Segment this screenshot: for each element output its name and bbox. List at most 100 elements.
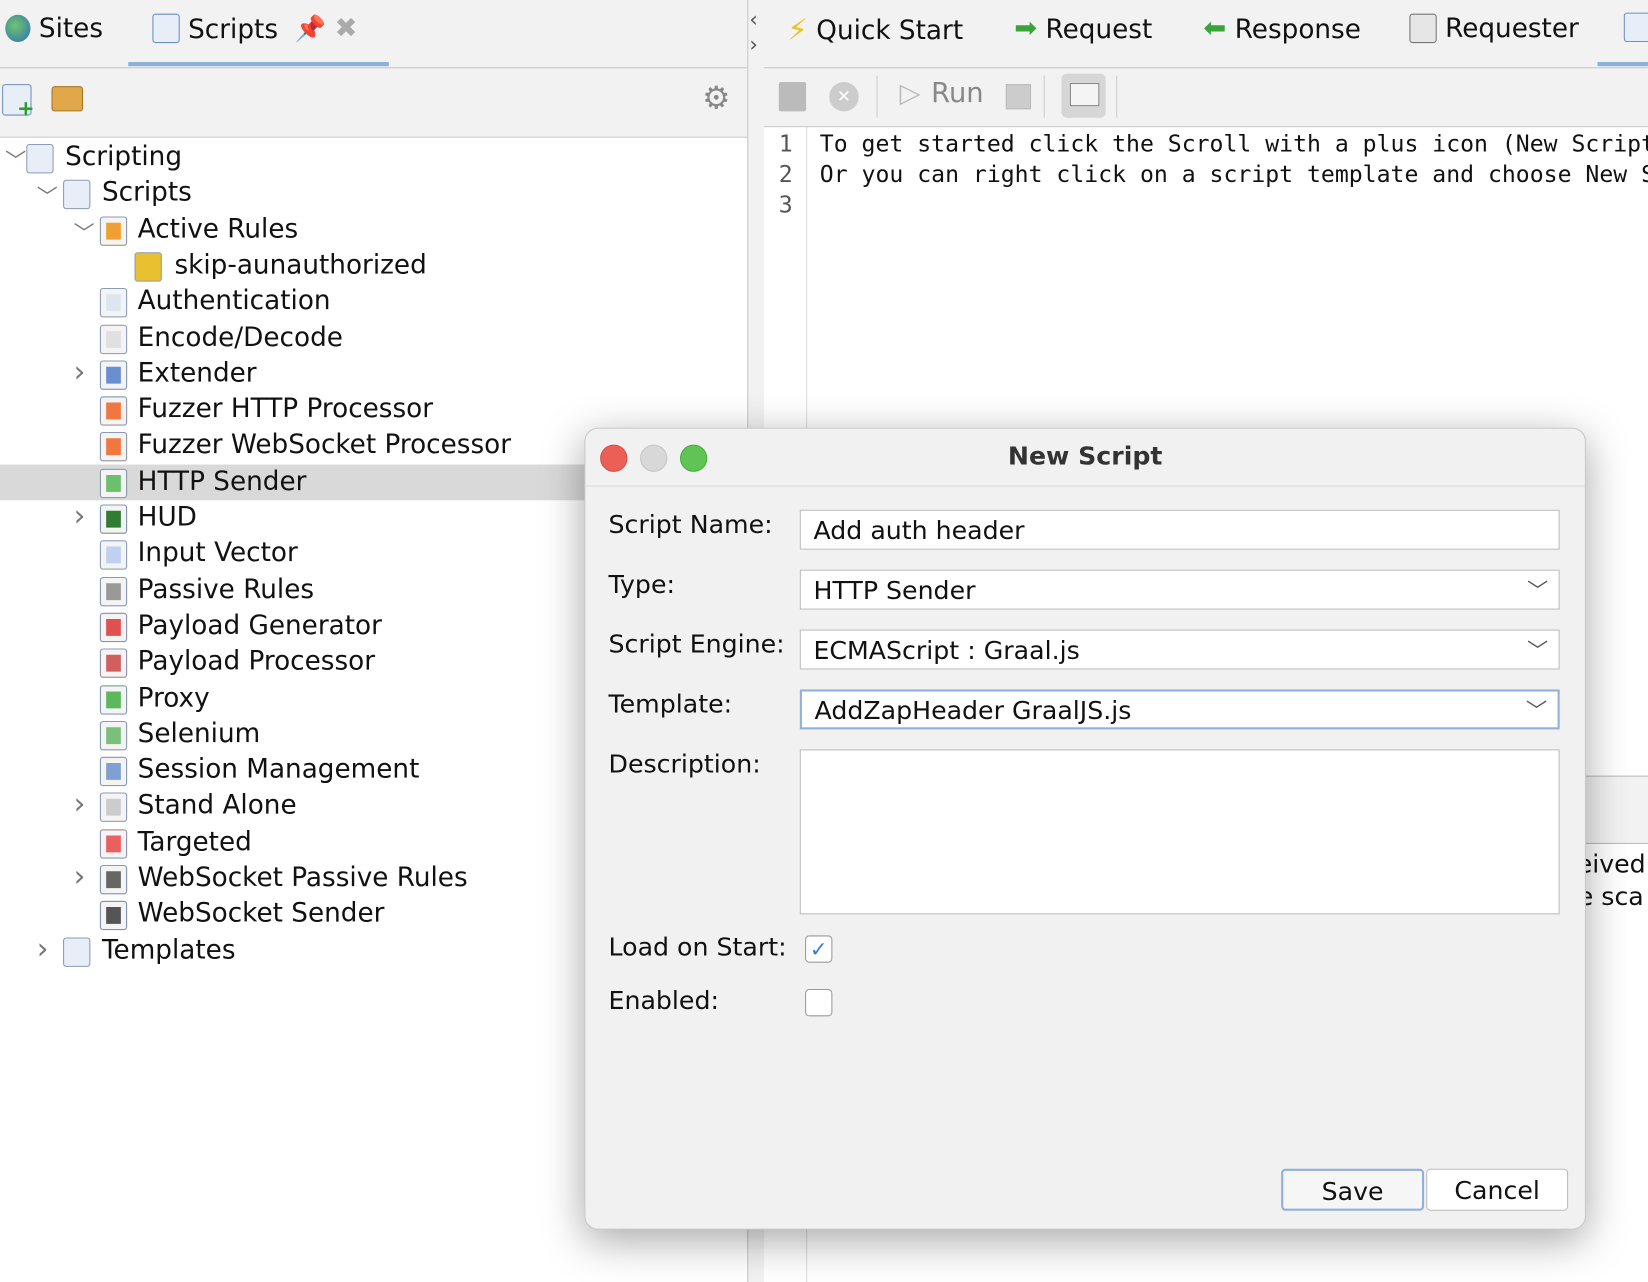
tab-requester[interactable]: Requester xyxy=(1409,12,1579,44)
line-number: 2 xyxy=(778,161,793,189)
stop-circle-icon[interactable]: ✕ xyxy=(829,81,859,112)
load-on-start-label: Load on Start: xyxy=(608,932,787,962)
play-icon: ▷ xyxy=(899,77,921,110)
tab-request[interactable]: ➡ Request xyxy=(1014,13,1152,45)
tab-response[interactable]: ⬅ Response xyxy=(1203,13,1361,45)
script-type-icon xyxy=(99,792,128,823)
toolbar-separator xyxy=(1043,75,1045,118)
script-type-icon xyxy=(99,504,128,534)
chevron-right-icon[interactable]: › xyxy=(37,931,49,966)
script-type-icon xyxy=(63,937,91,967)
chevron-right-icon[interactable]: › xyxy=(74,859,86,894)
tab-scroll-chevrons[interactable]: ‹ › xyxy=(749,6,757,56)
tree-item[interactable]: › Extender xyxy=(0,354,747,392)
tree-item-label: Session Management xyxy=(137,753,420,785)
run-button[interactable]: ▷ Run xyxy=(900,78,984,110)
chevron-right-icon[interactable]: › xyxy=(74,354,86,389)
save-button[interactable]: Save xyxy=(1281,1168,1425,1211)
tab-scripts[interactable]: Scripts 📌 ✖ xyxy=(152,13,358,45)
tree-item-label: Input Vector xyxy=(137,537,298,568)
tab-sites[interactable]: Sites xyxy=(5,13,103,43)
new-script-dialog: New Script Script Name: Add auth header … xyxy=(584,427,1586,1230)
script-name-input[interactable]: Add auth header xyxy=(799,509,1560,550)
script-type-icon xyxy=(99,216,128,246)
line-number: 3 xyxy=(778,192,793,219)
tab-label: Response xyxy=(1234,13,1361,44)
tab-label: Sites xyxy=(38,12,104,44)
tab-script-console[interactable] xyxy=(1623,12,1648,43)
description-textarea[interactable] xyxy=(799,749,1560,915)
tree-item-label: HTTP Sender xyxy=(137,465,307,496)
script-type-icon xyxy=(99,756,128,787)
save-icon[interactable] xyxy=(778,81,807,112)
tab-quick-start[interactable]: ⚡ Quick Start xyxy=(787,13,963,48)
arrow-right-icon: ➡ xyxy=(1014,12,1038,45)
tree-item-label: Encode/Decode xyxy=(137,321,343,352)
chevron-down-icon[interactable]: ﹀ xyxy=(74,216,95,246)
folder-icon[interactable] xyxy=(51,86,84,112)
tree-item-label: Templates xyxy=(101,933,236,965)
tree-item-label: skip-aunauthorized xyxy=(174,248,427,280)
tree-item[interactable]: Fuzzer HTTP Processor xyxy=(0,392,747,428)
close-window-button[interactable] xyxy=(600,444,628,472)
script-type-icon xyxy=(99,468,128,498)
tab-label: Requester xyxy=(1445,12,1579,44)
tree-item-label: Fuzzer HTTP Processor xyxy=(137,393,434,424)
run-label: Run xyxy=(931,77,984,110)
tree-item-label: Selenium xyxy=(137,717,261,749)
tab-label: Quick Start xyxy=(816,14,964,46)
tree-item[interactable]: skip-aunauthorized xyxy=(0,248,747,284)
toolbar-separator xyxy=(876,75,878,118)
enabled-checkbox[interactable] xyxy=(805,988,833,1017)
tree-item-label: Payload Generator xyxy=(137,609,382,640)
toggle-output-button[interactable] xyxy=(1061,73,1106,118)
tree-item-label: Extender xyxy=(137,357,257,388)
tree-item[interactable]: ﹀ Active Rules xyxy=(0,212,747,248)
load-on-start-checkbox[interactable]: ✓ xyxy=(805,935,833,963)
type-label: Type: xyxy=(608,569,675,600)
gear-icon[interactable]: ⚙ xyxy=(702,80,730,117)
cancel-button[interactable]: Cancel xyxy=(1426,1168,1569,1211)
maximize-window-button[interactable] xyxy=(679,444,708,472)
pin-icon[interactable]: 📌 xyxy=(295,14,326,43)
script-type-icon xyxy=(99,648,128,679)
tree-item-label: Scripting xyxy=(65,140,183,172)
tree-item-label: WebSocket Passive Rules xyxy=(137,861,468,893)
script-engine-label: Script Engine: xyxy=(608,629,785,659)
tree-item-label: Proxy xyxy=(137,681,210,713)
minimize-window-button[interactable] xyxy=(640,444,668,472)
template-select[interactable]: AddZapHeader GraalJS.js ﹀ xyxy=(799,689,1560,730)
script-type-icon xyxy=(99,324,128,354)
script-engine-select[interactable]: ECMAScript : Graal.js ﹀ xyxy=(799,629,1560,670)
code-line: Or you can right click on a script templ… xyxy=(819,161,1648,189)
type-select[interactable]: HTTP Sender ﹀ xyxy=(799,569,1560,610)
tree-item[interactable]: Authentication xyxy=(0,284,747,320)
tree-item[interactable]: Encode/Decode xyxy=(0,320,747,356)
close-icon[interactable]: ✖ xyxy=(335,13,358,45)
type-value: HTTP Sender xyxy=(813,575,976,606)
stop-square-icon[interactable] xyxy=(1005,84,1032,110)
script-type-icon xyxy=(99,864,128,895)
checkmark-icon: ✓ xyxy=(809,936,828,962)
new-script-icon[interactable]: + xyxy=(2,84,35,121)
script-type-icon xyxy=(99,396,128,426)
script-type-icon xyxy=(99,432,128,462)
left-tab-bar: Sites Scripts 📌 ✖ xyxy=(0,0,749,69)
tree-item-label: Passive Rules xyxy=(137,573,315,604)
chevron-down-icon[interactable]: ﹀ xyxy=(5,144,26,174)
chevron-right-icon[interactable]: › xyxy=(74,498,86,533)
script-type-icon xyxy=(99,360,128,390)
line-number: 1 xyxy=(778,131,793,158)
tree-item[interactable]: ﹀ Scripts xyxy=(0,176,747,212)
zap-window: Sites Scripts 📌 ✖ + ⚙ ﹀ Scripting ﹀ Scripts… xyxy=(0,0,1648,1282)
chevron-down-icon: ﹀ xyxy=(1527,578,1549,604)
active-tab-indicator xyxy=(1597,62,1648,67)
tree-item-label: Stand Alone xyxy=(137,789,297,821)
tree-item-label: Authentication xyxy=(137,285,331,316)
tree-item[interactable]: ﹀ Scripting xyxy=(0,140,747,176)
script-type-icon xyxy=(99,612,128,643)
dialog-title: New Script xyxy=(585,429,1585,487)
chevron-down-icon[interactable]: ﹀ xyxy=(37,180,58,210)
chevron-right-icon[interactable]: › xyxy=(74,787,86,822)
arrow-left-icon: ⬅ xyxy=(1203,12,1227,45)
